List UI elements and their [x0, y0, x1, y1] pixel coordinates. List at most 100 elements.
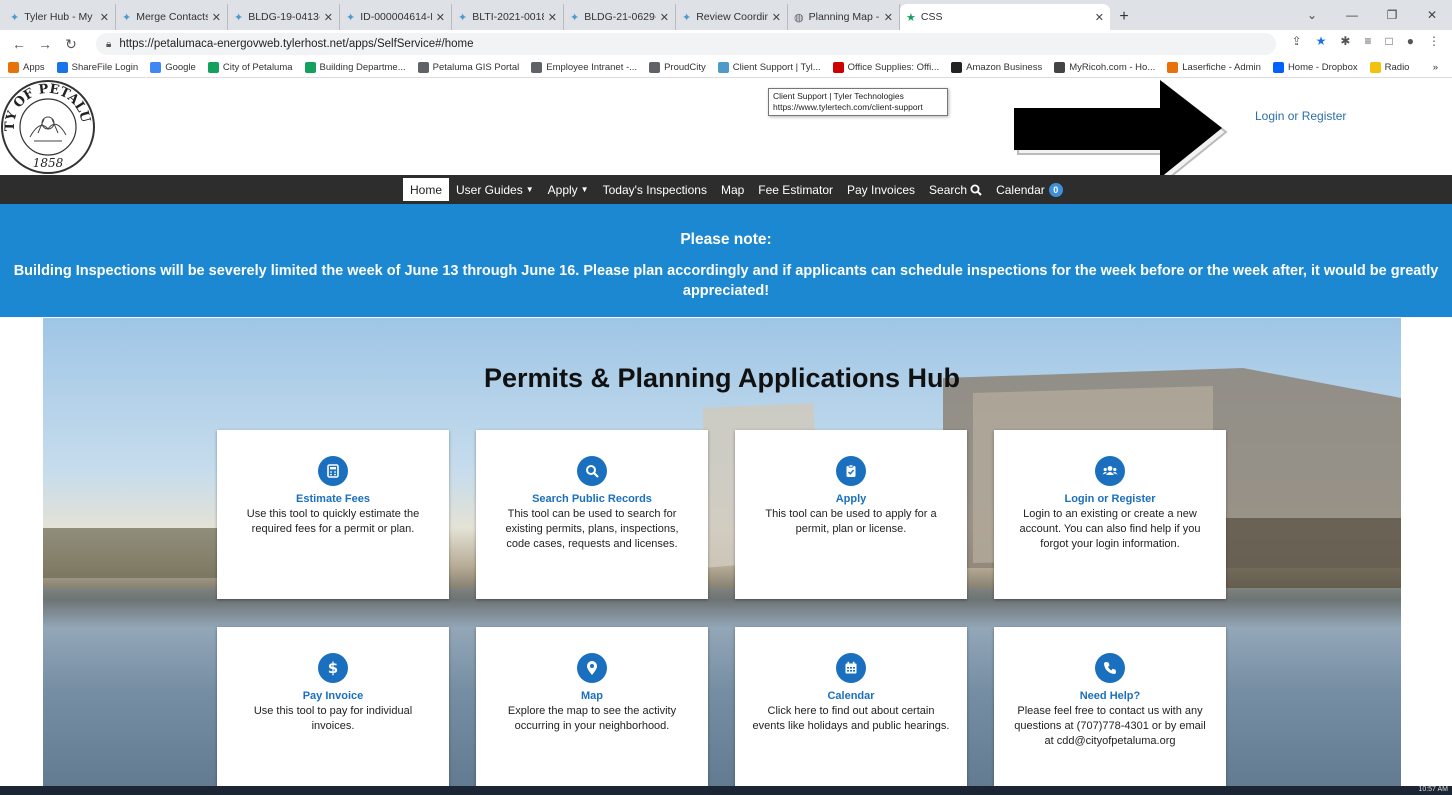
- card-pay-invoice[interactable]: $ Pay Invoice Use this tool to pay for i…: [217, 627, 449, 795]
- nav-todays-inspections[interactable]: Today's Inspections: [596, 178, 714, 201]
- search-icon: [970, 184, 982, 196]
- bookmark-item[interactable]: Office Supplies: Offi...: [832, 62, 939, 73]
- city-seal-logo[interactable]: CITY OF PETALUMA 1858: [0, 79, 96, 175]
- close-icon[interactable]: ✕: [660, 11, 669, 24]
- nav-calendar[interactable]: Calendar 0: [989, 178, 1070, 201]
- bookmarks-bar: Apps ShareFile Login Google City of Petalum…: [0, 58, 1452, 78]
- bookmark-item[interactable]: Apps: [8, 62, 45, 73]
- window-controls: ⌄ — ❐ ✕: [1292, 0, 1452, 30]
- svg-text:1858: 1858: [33, 156, 64, 170]
- close-icon[interactable]: ✕: [212, 11, 221, 24]
- bookmark-item[interactable]: ProudCity: [649, 62, 706, 73]
- users-icon: [1095, 456, 1125, 486]
- bookmark-item[interactable]: Client Support | Tyl...: [717, 62, 821, 73]
- nav-map[interactable]: Map: [714, 178, 751, 201]
- tyler-favicon-icon: ✦: [10, 11, 20, 24]
- bookmark-favicon-icon: [1272, 62, 1284, 73]
- hero-title: Permits & Planning Applications Hub: [483, 363, 961, 393]
- menu-kebab-icon[interactable]: ⋮: [1428, 34, 1440, 48]
- close-icon[interactable]: ✕: [772, 11, 781, 24]
- extensions-icon[interactable]: ✱: [1340, 34, 1350, 48]
- close-icon[interactable]: ✕: [884, 11, 893, 24]
- side-panel-icon[interactable]: □: [1386, 34, 1393, 48]
- nav-fee-estimator[interactable]: Fee Estimator: [751, 178, 840, 201]
- bookmark-favicon-icon: [150, 62, 162, 73]
- calendar-count-badge: 0: [1048, 182, 1063, 197]
- bookmark-item[interactable]: City of Petaluma: [207, 62, 293, 73]
- caret-down-icon: ▼: [580, 185, 589, 194]
- minimize-icon[interactable]: —: [1332, 8, 1372, 22]
- bookmark-favicon-icon: [717, 62, 729, 73]
- bookmark-item[interactable]: Employee Intranet -...: [531, 62, 637, 73]
- card-search-public-records[interactable]: Search Public Records This tool can be u…: [476, 430, 708, 599]
- nav-apply[interactable]: Apply ▼: [541, 178, 596, 201]
- browser-tab[interactable]: ✦ID-000004614-Manage✕: [340, 4, 452, 30]
- bookmark-item[interactable]: Building Departme...: [304, 62, 406, 73]
- bookmark-favicon-icon: [1369, 62, 1381, 73]
- calendar-icon: [836, 653, 866, 683]
- close-icon[interactable]: ✕: [100, 11, 109, 24]
- bookmark-item[interactable]: Laserfiche - Admin: [1167, 62, 1261, 73]
- nav-search[interactable]: Search: [922, 178, 989, 201]
- card-calendar[interactable]: Calendar Click here to find out about ce…: [735, 627, 967, 795]
- bookmark-item[interactable]: Google: [150, 62, 196, 73]
- forward-icon[interactable]: →: [34, 36, 56, 52]
- notice-banner: Please note: Building Inspections will b…: [0, 204, 1452, 317]
- share-icon[interactable]: ⇪: [1292, 34, 1302, 48]
- site-header: CITY OF PETALUMA 1858 Client Support | T…: [0, 78, 1452, 185]
- browser-tab[interactable]: ✦Tyler Hub - My EnerGov✕: [4, 4, 116, 30]
- globe-icon: ◍: [794, 11, 804, 24]
- close-icon[interactable]: ✕: [548, 11, 557, 24]
- bookmark-item[interactable]: MyRicoh.com - Ho...: [1054, 62, 1155, 73]
- tyler-favicon-icon: ✦: [682, 11, 692, 24]
- notice-message: Building Inspections will be severely li…: [13, 263, 1439, 299]
- browser-tab[interactable]: ✦BLTI-2021-0018-Manage✕: [452, 4, 564, 30]
- reload-icon[interactable]: ↻: [60, 36, 82, 53]
- bookmark-item[interactable]: ShareFile Login: [56, 62, 138, 73]
- clock: 10:57 AM: [1418, 786, 1448, 793]
- bookmark-favicon-icon: [951, 62, 963, 73]
- bookmark-favicon-icon: [1054, 62, 1066, 73]
- reading-list-icon[interactable]: ≡: [1364, 34, 1371, 48]
- browser-tab[interactable]: ✦ Merge Contacts ✕: [116, 4, 228, 30]
- star-favicon-icon: ★: [906, 11, 916, 24]
- close-icon[interactable]: ✕: [1095, 11, 1104, 24]
- bookmark-item[interactable]: Amazon Business: [951, 62, 1042, 73]
- bookmark-star-icon[interactable]: ★: [1316, 34, 1327, 48]
- calculator-icon: [318, 456, 348, 486]
- search-icon: [577, 456, 607, 486]
- browser-tab-active[interactable]: ★ CSS ✕: [900, 4, 1110, 30]
- close-window-icon[interactable]: ✕: [1412, 8, 1452, 22]
- bookmark-item[interactable]: Petaluma GIS Portal: [417, 62, 519, 73]
- url-input[interactable]: 🔒︎ https://petalumaca-energovweb.tylerho…: [96, 33, 1276, 55]
- nav-user-guides[interactable]: User Guides ▼: [449, 178, 541, 201]
- login-register-link[interactable]: Login or Register: [1255, 109, 1346, 123]
- card-estimate-fees[interactable]: Estimate Fees Use this tool to quickly e…: [217, 430, 449, 599]
- close-icon[interactable]: ✕: [324, 11, 333, 24]
- new-tab-button[interactable]: +: [1110, 4, 1138, 30]
- card-apply[interactable]: Apply This tool can be used to apply for…: [735, 430, 967, 599]
- nav-home[interactable]: Home: [403, 178, 450, 201]
- back-icon[interactable]: ←: [8, 36, 30, 52]
- bookmark-favicon-icon: [1167, 62, 1179, 73]
- bookmarks-overflow-icon[interactable]: »: [1433, 62, 1438, 73]
- bookmark-item[interactable]: Home - Dropbox: [1272, 62, 1358, 73]
- clipboard-check-icon: [836, 456, 866, 486]
- map-marker-icon: [577, 653, 607, 683]
- chevron-down-icon[interactable]: ⌄: [1292, 8, 1332, 22]
- browser-tab[interactable]: ✦BLDG-19-0413-Manage✕: [228, 4, 340, 30]
- close-icon[interactable]: ✕: [436, 11, 445, 24]
- browser-tab[interactable]: ✦BLDG-21-0629-Manage✕: [564, 4, 676, 30]
- profile-icon[interactable]: ●: [1407, 34, 1414, 48]
- lock-icon: 🔒︎: [106, 38, 112, 50]
- caret-down-icon: ▼: [525, 185, 534, 194]
- card-need-help[interactable]: Need Help? Please feel free to contact u…: [994, 627, 1226, 795]
- restore-icon[interactable]: ❐: [1372, 8, 1412, 22]
- browser-tab[interactable]: ◍Planning Map - City of✕: [788, 4, 900, 30]
- browser-tab[interactable]: ✦Review Coordinator✕: [676, 4, 788, 30]
- bookmark-item[interactable]: Radio: [1369, 62, 1409, 73]
- nav-pay-invoices[interactable]: Pay Invoices: [840, 178, 922, 201]
- os-taskbar: 10:57 AM: [0, 786, 1452, 795]
- card-login-register[interactable]: Login or Register Login to an existing o…: [994, 430, 1226, 599]
- card-map[interactable]: Map Explore the map to see the activity …: [476, 627, 708, 795]
